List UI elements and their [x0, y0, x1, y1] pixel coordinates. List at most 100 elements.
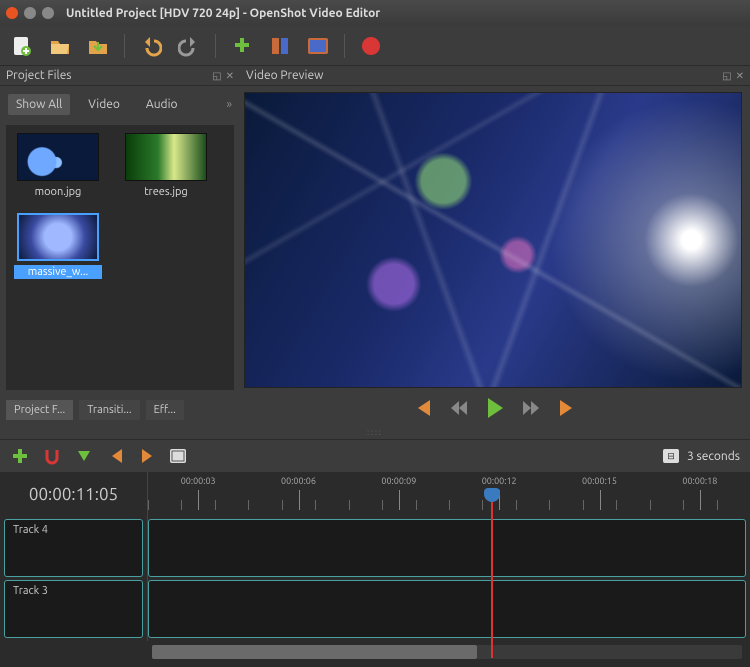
window-title: Untitled Project [HDV 720 24p] - OpenSho…: [66, 7, 380, 20]
tab-transitions[interactable]: Transiti...: [79, 400, 139, 420]
toolbar-separator: [344, 34, 345, 58]
export-video-button[interactable]: [359, 34, 383, 58]
previous-marker-button[interactable]: [106, 446, 126, 466]
file-item-massive[interactable]: massive_w...: [14, 213, 102, 279]
ruler-minor-tick: [148, 500, 149, 510]
ruler-time-label: 00:00:12: [482, 476, 517, 486]
left-panel-tabs: Project F... Transiti... Eff...: [0, 394, 240, 426]
ruler-minor-tick: [683, 500, 684, 510]
filter-audio[interactable]: Audio: [138, 94, 186, 115]
ruler-minor-tick: [282, 500, 283, 510]
track-labels-column: Track 4 Track 3: [0, 516, 148, 641]
titlebar: Untitled Project [HDV 720 24p] - OpenSho…: [0, 0, 750, 26]
file-label: moon.jpg: [14, 185, 102, 199]
ruler-time-label: 00:00:06: [281, 476, 316, 486]
content-area: Project Files ◱ ✕ Show All Video Audio »…: [0, 66, 750, 426]
file-thumbnail: [17, 133, 99, 181]
zoom-slider-icon[interactable]: ⊟: [663, 449, 679, 463]
play-button[interactable]: [486, 398, 504, 418]
ruler-minor-tick: [717, 500, 718, 510]
add-track-button[interactable]: [10, 446, 30, 466]
ruler-tick: [198, 490, 199, 510]
window-maximize-button[interactable]: [42, 7, 54, 19]
timeline-ruler[interactable]: 00:00:0300:00:0600:00:0900:00:1200:00:15…: [148, 472, 750, 516]
snapping-button[interactable]: [42, 446, 62, 466]
redo-button[interactable]: [177, 34, 201, 58]
ruler-minor-tick: [215, 500, 216, 510]
file-label: trees.jpg: [122, 185, 210, 199]
save-project-button[interactable]: [86, 34, 110, 58]
track-header-3[interactable]: Track 3: [4, 580, 143, 638]
ruler-minor-tick: [549, 500, 550, 510]
ruler-minor-tick: [416, 500, 417, 510]
ruler-time-label: 00:00:15: [582, 476, 617, 486]
ruler-minor-tick: [650, 500, 651, 510]
ruler-minor-tick: [616, 500, 617, 510]
open-project-button[interactable]: [48, 34, 72, 58]
timeline-horizontal-scrollbar[interactable]: [152, 645, 742, 659]
tab-effects[interactable]: Eff...: [146, 400, 184, 420]
panel-close-icon[interactable]: ✕: [736, 70, 744, 82]
file-label: massive_w...: [14, 265, 102, 279]
ruler-minor-tick: [482, 500, 483, 510]
file-item-trees[interactable]: trees.jpg: [122, 133, 210, 199]
file-filter-tabs: Show All Video Audio »: [0, 86, 240, 121]
ruler-tick: [399, 490, 400, 510]
project-files-header: Project Files ◱ ✕: [0, 66, 240, 86]
project-files-panel: Project Files ◱ ✕ Show All Video Audio »…: [0, 66, 240, 426]
ruler-minor-tick: [248, 500, 249, 510]
choose-profile-button[interactable]: [268, 34, 292, 58]
undo-button[interactable]: [139, 34, 163, 58]
track-rows[interactable]: [148, 516, 750, 641]
window-minimize-button[interactable]: [24, 7, 36, 19]
file-item-moon[interactable]: moon.jpg: [14, 133, 102, 199]
tab-project-files[interactable]: Project F...: [6, 400, 73, 420]
fast-forward-button[interactable]: [522, 401, 540, 415]
razor-tool-button[interactable]: [74, 446, 94, 466]
rewind-button[interactable]: [450, 401, 468, 415]
center-playhead-button[interactable]: [170, 449, 186, 463]
jump-end-button[interactable]: [558, 400, 576, 416]
ruler-tick: [600, 490, 601, 510]
new-project-button[interactable]: [10, 34, 34, 58]
video-preview-canvas[interactable]: [244, 92, 742, 388]
file-grid[interactable]: moon.jpg trees.jpg massive_w...: [6, 125, 234, 390]
transport-controls: [240, 392, 750, 426]
project-files-title: Project Files: [6, 69, 72, 82]
filter-show-all[interactable]: Show All: [8, 94, 70, 115]
timeline: 00:00:11:05 00:00:0300:00:0600:00:0900:0…: [0, 472, 750, 667]
scrollbar-thumb[interactable]: [152, 645, 477, 659]
zoom-level-label: 3 seconds: [687, 450, 740, 463]
video-preview-title: Video Preview: [246, 69, 323, 82]
jump-start-button[interactable]: [414, 400, 432, 416]
panel-detach-icon[interactable]: ◱: [212, 70, 221, 82]
toolbar-separator: [215, 34, 216, 58]
next-marker-button[interactable]: [138, 446, 158, 466]
preview-overlay: [245, 93, 741, 387]
toolbar-separator: [124, 34, 125, 58]
track-header-4[interactable]: Track 4: [4, 519, 143, 577]
ruler-tick: [700, 490, 701, 510]
filter-video[interactable]: Video: [80, 94, 128, 115]
video-preview-header: Video Preview ◱ ✕: [240, 66, 750, 86]
playhead[interactable]: [491, 490, 493, 658]
ruler-minor-tick: [382, 500, 383, 510]
track-row[interactable]: [148, 519, 746, 577]
panel-detach-icon[interactable]: ◱: [722, 70, 731, 82]
fullscreen-button[interactable]: [306, 34, 330, 58]
panel-close-icon[interactable]: ✕: [226, 70, 234, 82]
ruler-minor-tick: [516, 500, 517, 510]
ruler-tick: [299, 490, 300, 510]
window-close-button[interactable]: [6, 7, 18, 19]
filter-more-icon[interactable]: »: [226, 98, 232, 111]
file-thumbnail: [125, 133, 207, 181]
playhead-handle[interactable]: [484, 488, 500, 502]
ruler-minor-tick: [349, 500, 350, 510]
ruler-minor-tick: [583, 500, 584, 510]
current-time-display[interactable]: 00:00:11:05: [0, 472, 148, 516]
file-thumbnail: [17, 213, 99, 261]
import-files-button[interactable]: [230, 34, 254, 58]
splitter-grip[interactable]: ::::: [0, 426, 750, 439]
track-row[interactable]: [148, 580, 746, 638]
ruler-minor-tick: [181, 500, 182, 510]
